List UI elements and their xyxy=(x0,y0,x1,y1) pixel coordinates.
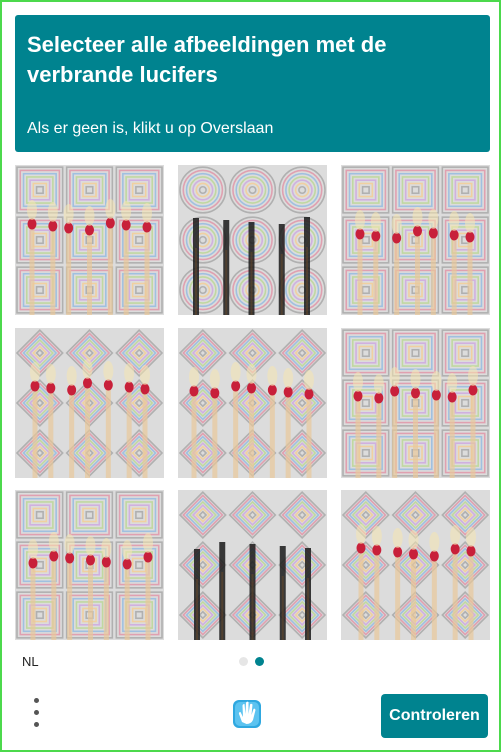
image-grid xyxy=(15,165,490,641)
image-tile-7[interactable] xyxy=(15,490,164,640)
hand-logo-icon xyxy=(231,696,263,730)
page-dot-2 xyxy=(255,657,264,666)
image-tile-6[interactable] xyxy=(341,328,490,478)
page-dot-1 xyxy=(239,657,248,666)
challenge-title: Selecteer alle afbeeldingen met de verbr… xyxy=(27,32,387,87)
image-tile-8[interactable] xyxy=(178,490,327,640)
image-tile-3[interactable] xyxy=(341,165,490,315)
challenge-subtitle: Als er geen is, klikt u op Overslaan xyxy=(27,120,274,137)
submit-button[interactable]: Controleren xyxy=(381,694,488,738)
image-tile-2[interactable] xyxy=(178,165,327,315)
image-tile-4[interactable] xyxy=(15,328,164,478)
challenge-header: Selecteer alle afbeeldingen met de verbr… xyxy=(15,15,490,152)
vertical-dots-icon[interactable] xyxy=(24,694,50,732)
captcha-frame: Selecteer alle afbeeldingen met de verbr… xyxy=(0,0,501,752)
image-tile-1[interactable] xyxy=(15,165,164,315)
language-selector[interactable]: NL xyxy=(22,654,39,669)
image-tile-9[interactable] xyxy=(341,490,490,640)
image-tile-5[interactable] xyxy=(178,328,327,478)
